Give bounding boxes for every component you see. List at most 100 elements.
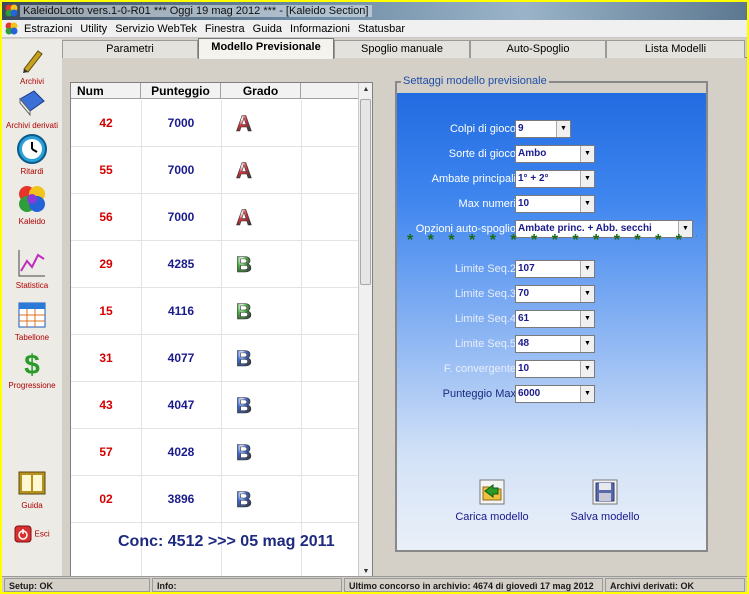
combo-limite-seq3[interactable]: 70 ▼: [515, 285, 595, 303]
menu-informazioni[interactable]: Informazioni: [290, 20, 350, 38]
floppy-disk-icon: [592, 479, 618, 505]
menu-statusbar[interactable]: Statusbar: [358, 20, 405, 38]
label-limite-seq2: Limite Seq.2: [454, 263, 516, 275]
header-grado[interactable]: Grado: [221, 83, 301, 99]
field-limite-seq4: Limite Seq.4 61 ▼: [397, 310, 706, 328]
dropdown-arrow-icon[interactable]: ▼: [580, 171, 594, 187]
table-row[interactable]: 55 7000 A: [71, 147, 359, 194]
cell-extra: [301, 288, 359, 335]
svg-text:A: A: [236, 112, 252, 134]
tab-auto-spoglio[interactable]: Auto-Spoglio: [470, 40, 606, 58]
menu-estrazioni[interactable]: Estrazioni: [24, 20, 72, 38]
dropdown-arrow-icon[interactable]: ▼: [580, 361, 594, 377]
cell-punteggio: 4028: [167, 445, 195, 459]
app-menu-icon[interactable]: [5, 22, 18, 35]
combo-colpi-di-gioco[interactable]: 9 ▼: [515, 120, 571, 138]
sidebar-item-progressione[interactable]: $ Progressione: [2, 347, 62, 390]
label-limite-seq4: Limite Seq.4: [454, 313, 516, 325]
tab-parametri[interactable]: Parametri: [62, 40, 198, 58]
tab-spoglio-manuale[interactable]: Spoglio manuale: [334, 40, 470, 58]
carica-modello-button[interactable]: Carica modello: [447, 479, 537, 523]
dropdown-arrow-icon[interactable]: ▼: [580, 311, 594, 327]
field-limite-seq3: Limite Seq.3 70 ▼: [397, 285, 706, 303]
grade-a-icon: A: [236, 112, 253, 134]
tab-modello-previsionale[interactable]: Modello Previsionale: [198, 38, 334, 59]
header-num[interactable]: Num: [71, 83, 141, 99]
grid-scrollbar[interactable]: ▲ ▼: [358, 83, 372, 579]
separator-stars: * * * * * * * * * * * * * * * * * * *: [407, 234, 697, 248]
cell-grado: B: [221, 476, 301, 523]
svg-text:B: B: [236, 347, 252, 369]
menu-servizio-webtek[interactable]: Servizio WebTek: [115, 20, 197, 38]
cell-extra: [301, 429, 359, 476]
sidebar-item-tabellone[interactable]: Tabellone: [2, 299, 62, 342]
header-punteggio[interactable]: Punteggio: [141, 83, 221, 99]
combo-ambate-principali[interactable]: 1° + 2° ▼: [515, 170, 595, 188]
sidebar-label-esci: Esci: [34, 529, 50, 539]
pencil-icon: [23, 50, 43, 73]
dropdown-arrow-icon[interactable]: ▼: [580, 146, 594, 162]
combo-value: 48: [518, 338, 530, 349]
status-bar: Setup: OK Info: Ultimo concorso in archi…: [2, 576, 747, 592]
header-extra: [301, 83, 359, 99]
combo-sorte-di-gioco[interactable]: Ambo ▼: [515, 145, 595, 163]
settings-panel: Settaggi modello previsionale Colpi di g…: [395, 75, 708, 552]
combo-value: 6000: [518, 388, 541, 399]
field-colpi-di-gioco: Colpi di gioco 9 ▼: [397, 120, 706, 138]
table-row[interactable]: 43 4047 B: [71, 382, 359, 429]
table-row[interactable]: 57 4028 B: [71, 429, 359, 476]
svg-text:$: $: [24, 349, 40, 379]
table-row[interactable]: 29 4285 B: [71, 241, 359, 288]
salva-modello-button[interactable]: Salva modello: [560, 479, 650, 523]
cell-num: 42: [99, 116, 113, 130]
dropdown-arrow-icon[interactable]: ▼: [580, 336, 594, 352]
dropdown-arrow-icon[interactable]: ▼: [580, 286, 594, 302]
sidebar-item-esci[interactable]: Esci: [2, 525, 62, 543]
table-row[interactable]: 56 7000 A: [71, 194, 359, 241]
svg-text:B: B: [236, 441, 252, 463]
dropdown-arrow-icon[interactable]: ▼: [580, 386, 594, 402]
menu-utility[interactable]: Utility: [80, 20, 107, 38]
cell-num: 02: [99, 492, 113, 506]
cell-grado: B: [221, 429, 301, 476]
cell-extra: [301, 476, 359, 523]
table-row[interactable]: 02 3896 B: [71, 476, 359, 523]
dropdown-arrow-icon[interactable]: ▼: [580, 261, 594, 277]
cell-grado: B: [221, 335, 301, 382]
combo-limite-seq5[interactable]: 48 ▼: [515, 335, 595, 353]
combo-limite-seq4[interactable]: 61 ▼: [515, 310, 595, 328]
sidebar-item-archivi[interactable]: Archivi: [2, 43, 62, 86]
cell-grado: B: [221, 241, 301, 288]
tab-lista-modelli[interactable]: Lista Modelli: [606, 40, 745, 58]
menu-guida[interactable]: Guida: [253, 20, 282, 38]
grade-b-icon: B: [236, 347, 252, 369]
app-window: KaleidoLotto vers.1-0-R01 *** Oggi 19 ma…: [2, 2, 747, 592]
combo-value: 9: [518, 123, 524, 134]
scroll-up-arrow-icon[interactable]: ▲: [359, 83, 373, 97]
combo-f-convergente[interactable]: 10 ▼: [515, 360, 595, 378]
sidebar-item-statistica[interactable]: Statistica: [2, 247, 62, 290]
sidebar-item-guida[interactable]: Guida: [2, 467, 62, 510]
sidebar-item-archivi-derivati[interactable]: Archivi derivati: [2, 87, 62, 130]
scroll-thumb[interactable]: [360, 99, 371, 285]
dropdown-arrow-icon[interactable]: ▼: [556, 121, 570, 137]
field-f-convergente: F. convergente 10 ▼: [397, 360, 706, 378]
field-limite-seq2: Limite Seq.2 107 ▼: [397, 260, 706, 278]
table-row[interactable]: 31 4077 B: [71, 335, 359, 382]
sidebar-label-archivi: Archivi: [19, 77, 44, 86]
combo-limite-seq2[interactable]: 107 ▼: [515, 260, 595, 278]
menu-finestra[interactable]: Finestra: [205, 20, 245, 38]
table-grid-icon: [18, 302, 46, 328]
table-row[interactable]: 15 4116 B: [71, 288, 359, 335]
combo-max-numeri[interactable]: 10 ▼: [515, 195, 595, 213]
open-folder-icon: [479, 479, 505, 505]
table-row[interactable]: 42 7000 A: [71, 100, 359, 147]
svg-text:B: B: [236, 253, 252, 275]
sidebar-item-ritardi[interactable]: Ritardi: [2, 133, 62, 176]
grade-a-icon: A: [236, 206, 253, 228]
combo-punteggio-max[interactable]: 6000 ▼: [515, 385, 595, 403]
dropdown-arrow-icon[interactable]: ▼: [580, 196, 594, 212]
grade-b-icon: B: [236, 394, 252, 416]
status-archivi-derivati: Archivi derivati: OK: [605, 578, 745, 592]
sidebar-item-kaleido[interactable]: Kaleido: [2, 183, 62, 226]
